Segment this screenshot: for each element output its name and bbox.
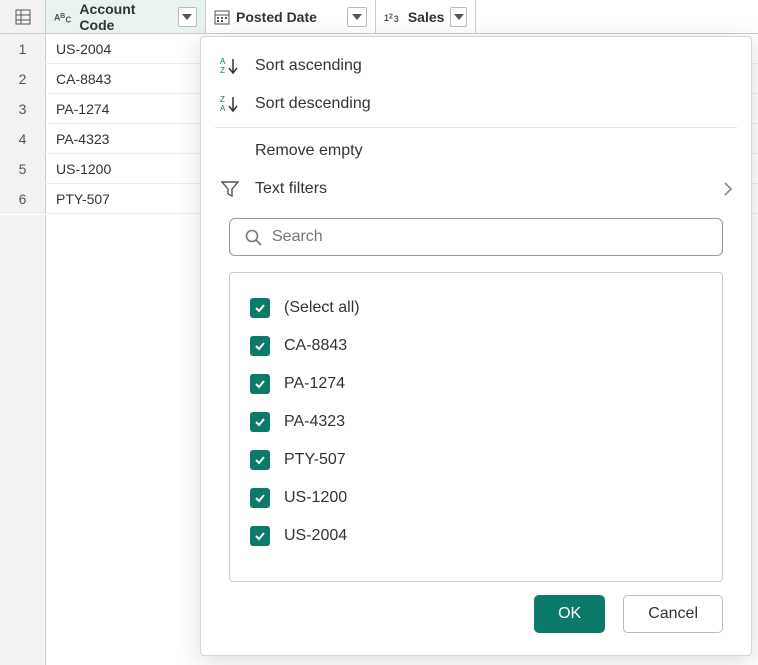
caret-down-icon [454,14,464,20]
check-icon [254,416,266,428]
svg-text:A: A [220,57,226,66]
caret-down-icon [352,14,362,20]
svg-text:C: C [65,15,71,24]
sort-descending[interactable]: Z A Sort descending [201,85,751,123]
caret-down-icon [182,14,192,20]
remove-empty[interactable]: Remove empty [201,132,751,170]
column-header-account-code[interactable]: A B C Account Code [46,0,206,33]
filter-value-item[interactable]: US-1200 [250,479,702,517]
cell-account-code[interactable]: CA-8843 [46,64,206,93]
checkbox-checked[interactable] [250,450,270,470]
filter-value-item[interactable]: PA-4323 [250,403,702,441]
cell-account-code[interactable]: PA-1274 [46,94,206,123]
svg-text:A: A [220,104,226,113]
row-number[interactable]: 1 [0,34,46,63]
check-icon [254,340,266,352]
text-type-icon: A B C [54,10,73,24]
column-label: Posted Date [236,9,317,25]
ok-button[interactable]: OK [534,595,605,633]
check-icon [254,530,266,542]
filter-value-item[interactable]: PA-1274 [250,365,702,403]
filter-value-label: US-1200 [284,489,347,507]
svg-text:2: 2 [389,11,393,20]
filter-value-label: PA-1274 [284,375,345,393]
filter-dropdown-button[interactable] [450,7,467,27]
checkbox-checked[interactable] [250,336,270,356]
check-icon [254,378,266,390]
column-header-posted-date[interactable]: Posted Date [206,0,376,33]
column-label: Account Code [79,1,171,33]
row-number[interactable]: 3 [0,94,46,123]
filter-value-label: US-2004 [284,527,347,545]
filter-value-item[interactable]: (Select all) [250,289,702,327]
checkbox-checked[interactable] [250,488,270,508]
svg-text:Z: Z [220,95,225,104]
sort-asc-icon: A Z [220,56,240,76]
checkbox-checked[interactable] [250,298,270,318]
filter-value-label: PA-4323 [284,413,345,431]
chevron-right-icon [723,182,733,196]
column-label: Sales [408,9,445,25]
cell-account-code[interactable]: US-1200 [46,154,206,183]
table-icon [15,9,31,25]
column-header-row: A B C Account Code Posted Date 1 2 3 Sal… [0,0,758,34]
row-number[interactable]: 5 [0,154,46,183]
check-icon [254,492,266,504]
search-input[interactable] [272,228,708,246]
filter-value-item[interactable]: CA-8843 [250,327,702,365]
checkbox-checked[interactable] [250,412,270,432]
row-number[interactable]: 4 [0,124,46,153]
menu-label: Remove empty [255,142,733,160]
sort-desc-icon: Z A [220,94,240,114]
menu-label: Text filters [255,180,709,198]
cell-account-code[interactable]: PTY-507 [46,184,206,213]
cell-account-code[interactable]: PA-4323 [46,124,206,153]
filter-value-item[interactable]: PTY-507 [250,441,702,479]
menu-separator [215,127,737,128]
svg-text:3: 3 [394,13,399,23]
sort-ascending[interactable]: A Z Sort ascending [201,47,751,85]
check-icon [254,302,266,314]
table-corner[interactable] [0,0,46,33]
filter-value-item[interactable]: US-2004 [250,517,702,555]
filter-value-label: PTY-507 [284,451,346,469]
row-gutter [0,215,46,665]
cell-account-code[interactable]: US-2004 [46,34,206,63]
filter-icon [221,180,239,198]
svg-text:B: B [60,12,65,19]
filter-panel: A Z Sort ascending Z A Sort descending R… [200,36,752,656]
filter-dropdown-button[interactable] [347,7,367,27]
check-icon [254,454,266,466]
text-filters[interactable]: Text filters [201,170,751,208]
column-header-sales[interactable]: 1 2 3 Sales [376,0,476,33]
menu-label: Sort descending [255,95,733,113]
menu-label: Sort ascending [255,57,733,75]
filter-value-label: CA-8843 [284,337,347,355]
row-number[interactable]: 2 [0,64,46,93]
cancel-button[interactable]: Cancel [623,595,723,633]
row-number[interactable]: 6 [0,184,46,213]
filter-values-list: (Select all) CA-8843 PA-1274 PA-4323 PTY-507… [229,272,723,582]
checkbox-checked[interactable] [250,374,270,394]
search-icon [244,228,262,246]
filter-dropdown-button[interactable] [178,7,197,27]
svg-text:Z: Z [220,66,225,75]
number-type-icon: 1 2 3 [384,10,402,24]
search-box[interactable] [229,218,723,256]
checkbox-checked[interactable] [250,526,270,546]
filter-value-label: (Select all) [284,299,360,317]
date-type-icon [214,9,230,25]
